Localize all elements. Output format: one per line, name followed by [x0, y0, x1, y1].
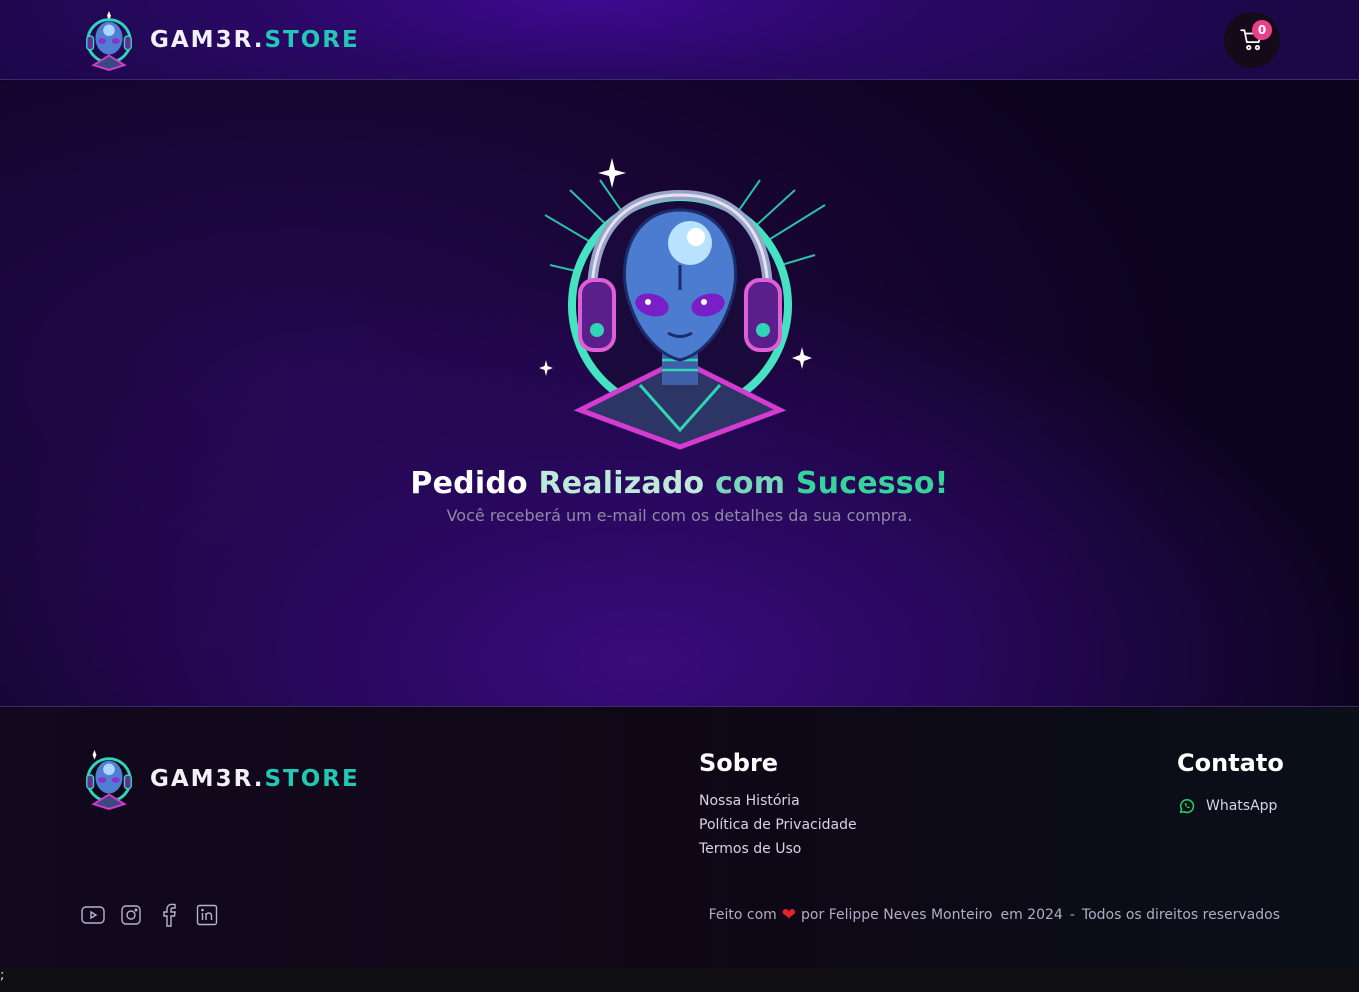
- success-title-part-4: Sucesso!: [795, 466, 949, 501]
- alien-mascot-icon: [86, 11, 132, 71]
- page: GAM3R.STORE 0 Pedido Realizado com Suces…: [0, 0, 1359, 992]
- link-termos-de-uso[interactable]: Termos de Uso: [699, 841, 801, 857]
- cart-count-badge: 0: [1252, 20, 1272, 40]
- footer-brand-accent: STORE: [264, 766, 360, 792]
- link-politica-privacidade[interactable]: Política de Privacidade: [699, 817, 857, 833]
- linkedin-icon[interactable]: [195, 903, 219, 927]
- footer-brand-name: GAM3R.STORE: [150, 766, 360, 792]
- success-subtitle: Você receberá um e-mail com os detalhes …: [446, 506, 913, 525]
- whatsapp-link[interactable]: WhatsApp: [1178, 797, 1277, 815]
- credits-made-with: Feito com: [708, 907, 777, 923]
- cart-button[interactable]: [1224, 12, 1280, 68]
- success-title-part-3: com: [714, 466, 796, 501]
- brand-name-accent: STORE: [264, 27, 360, 53]
- footer-credits: Feito com ❤ por Felippe Neves Monteiro e…: [709, 905, 1280, 925]
- credits-rights: Todos os direitos reservados: [1081, 907, 1280, 923]
- credits-author: por Felippe Neves Monteiro: [801, 907, 993, 923]
- order-success-section: Pedido Realizado com Sucesso! Você receb…: [0, 80, 1359, 707]
- alien-gamer-mascot-icon: [539, 158, 826, 450]
- top-header: GAM3R.STORE 0: [0, 0, 1359, 80]
- success-title-part-1: Pedido: [410, 466, 539, 501]
- header-logo[interactable]: GAM3R.STORE: [80, 8, 360, 72]
- youtube-icon[interactable]: [81, 903, 105, 927]
- footer-brand-primary: GAM3R.: [150, 766, 265, 792]
- whatsapp-label: WhatsApp: [1206, 798, 1278, 814]
- brand-name-primary: GAM3R.: [150, 27, 265, 53]
- alien-mascot-icon: [86, 750, 132, 810]
- success-title: Pedido Realizado com Sucesso!: [0, 466, 1359, 501]
- whatsapp-icon: [1179, 799, 1195, 814]
- brand-name: GAM3R.STORE: [150, 27, 360, 53]
- facebook-icon[interactable]: [157, 903, 181, 927]
- success-title-part-2: Realizado: [538, 466, 715, 501]
- about-heading: Sobre: [699, 749, 779, 777]
- contact-heading: Contato: [1177, 749, 1284, 777]
- heart-icon: ❤: [781, 905, 797, 925]
- site-footer: GAM3R.STORE Sobre Nossa História Polític…: [0, 708, 1359, 968]
- credits-year: em 2024: [1000, 907, 1063, 923]
- footer-logo[interactable]: GAM3R.STORE: [80, 747, 360, 811]
- instagram-icon[interactable]: [119, 903, 143, 927]
- bottom-bar: ;: [0, 968, 1359, 992]
- social-links: [81, 903, 219, 927]
- bottom-bar-text: ;: [0, 968, 5, 983]
- link-nossa-historia[interactable]: Nossa História: [699, 793, 800, 809]
- credits-separator: -: [1069, 907, 1075, 923]
